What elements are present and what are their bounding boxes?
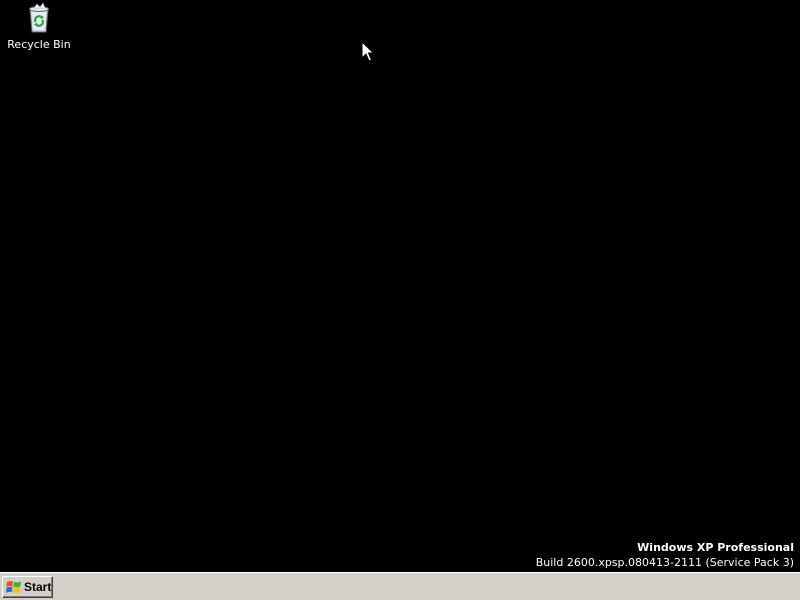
desktop-icon-label: Recycle Bin: [7, 38, 71, 51]
windows-build-text: Build 2600.xpsp.080413-2111 (Service Pac…: [535, 556, 794, 569]
start-button[interactable]: Start: [2, 576, 53, 598]
start-button-label: Start: [24, 580, 52, 594]
recycle-bin-icon: [29, 2, 49, 33]
desktop-icon-recycle-bin[interactable]: Recycle Bin: [4, 2, 74, 54]
windows-version-watermark: Windows XP Professional Build 2600.xpsp.…: [536, 540, 794, 570]
taskbar[interactable]: Start: [0, 572, 800, 600]
desktop[interactable]: Recycle Bin Windows XP Professional Buil…: [0, 0, 800, 572]
windows-edition-text: Windows XP Professional: [637, 541, 794, 554]
windows-flag-icon: [6, 581, 21, 594]
arrow-cursor-icon: [361, 41, 374, 62]
